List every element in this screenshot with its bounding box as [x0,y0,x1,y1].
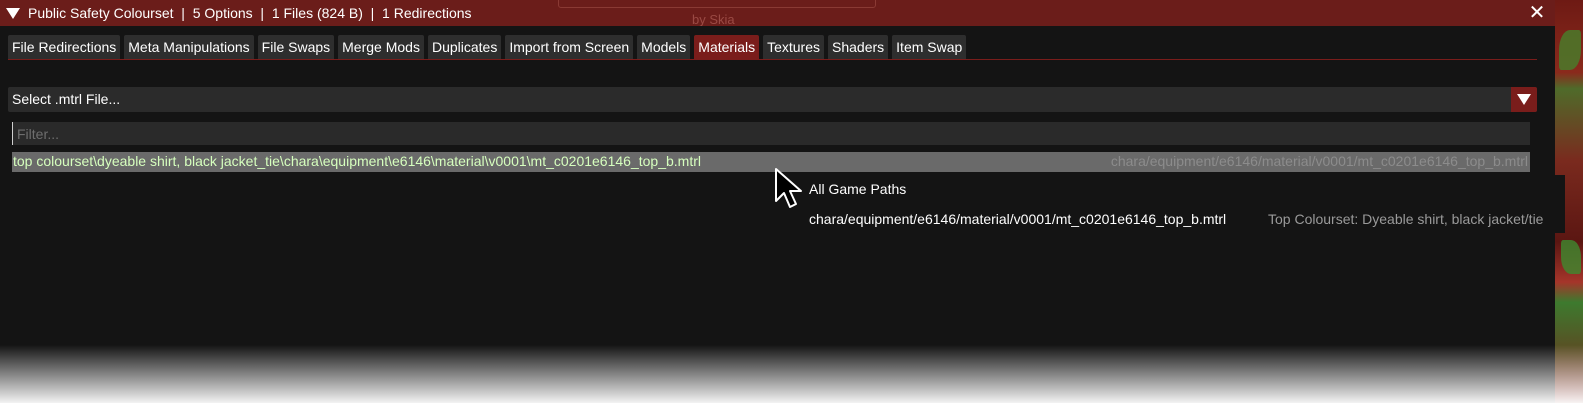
window-title-bar[interactable]: by Skia Public Safety Colourset | 5 Opti… [0,0,1555,27]
tab-bar-divider [8,59,1537,60]
tab-meta-manipulations[interactable]: Meta Manipulations [124,35,254,59]
window-title: Public Safety Colourset | 5 Options | 1 … [28,5,472,21]
tab-file-redirections[interactable]: File Redirections [8,35,121,59]
filter-input[interactable] [12,122,1530,145]
tab-textures[interactable]: Textures [763,35,825,59]
list-item[interactable]: top colourset\dyeable shirt, black jacke… [12,152,1530,172]
list-item-file-path: top colourset\dyeable shirt, black jacke… [13,153,701,169]
tab-bar: File Redirections Meta Manipulations Fil… [8,35,967,59]
tab-models[interactable]: Models [637,35,691,59]
tab-shaders[interactable]: Shaders [828,35,889,59]
background-leaf [1561,240,1581,274]
tab-import-from-screen[interactable]: Import from Screen [505,35,634,59]
tab-duplicates[interactable]: Duplicates [427,35,502,59]
bottom-fade [0,345,1583,403]
chevron-down-icon [1517,94,1531,105]
tooltip-game-path: chara/equipment/e6146/material/v0001/mt_… [809,211,1227,227]
background-banner-text: by Skia [692,12,735,27]
tab-file-swaps[interactable]: File Swaps [257,35,335,59]
tooltip-mod-name: Top Colourset: Dyeable shirt, black jack… [1268,211,1544,227]
close-icon[interactable]: ✕ [1527,3,1547,23]
tab-merge-mods[interactable]: Merge Mods [338,35,424,59]
background-leaf [1559,30,1581,70]
tab-materials[interactable]: Materials [694,35,760,59]
mtrl-file-select-label: Select .mtrl File... [12,91,121,107]
mtrl-file-select[interactable]: Select .mtrl File... [8,87,1537,112]
list-item-game-path: chara/equipment/e6146/material/v0001/mt_… [1110,153,1528,169]
game-paths-tooltip: All Game Paths chara/equipment/e6146/mat… [803,175,1565,233]
collapse-triangle-icon[interactable] [6,7,20,19]
dropdown-arrow-button[interactable] [1511,87,1537,112]
background-banner [558,0,876,8]
tooltip-heading: All Game Paths [809,181,907,197]
mouse-pointer-icon [775,168,802,208]
tab-item-swap[interactable]: Item Swap [892,35,967,59]
